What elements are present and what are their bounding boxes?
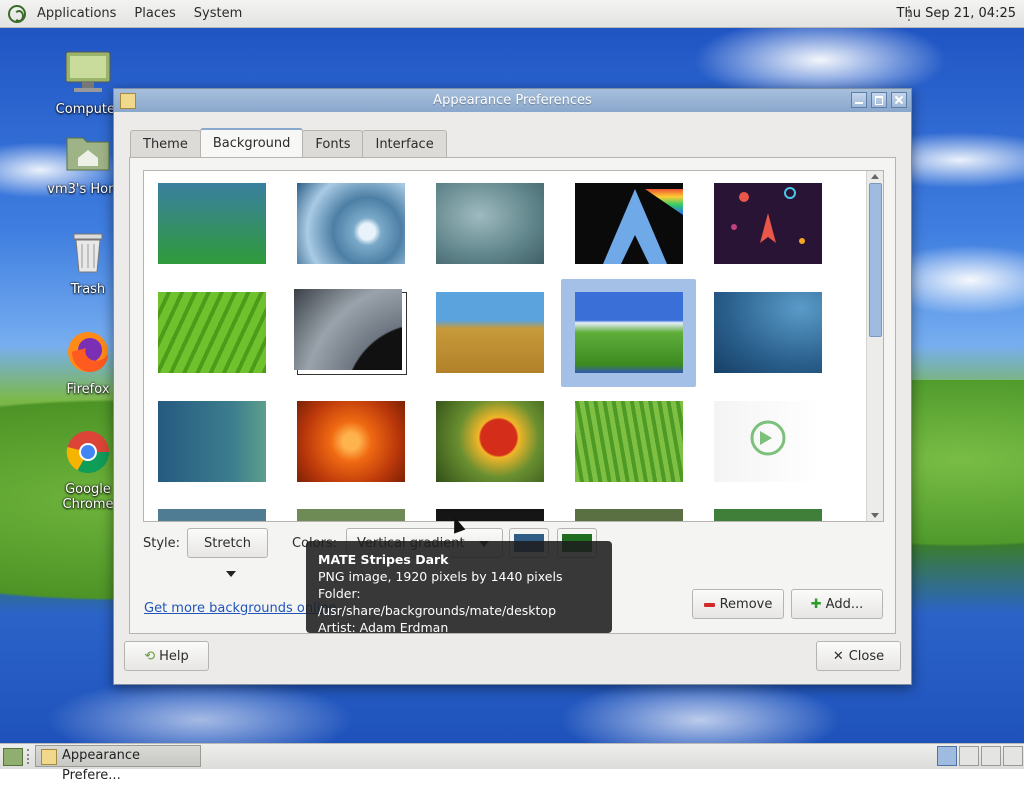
bottom-panel: Appearance Prefere... (0, 743, 1024, 783)
close-button[interactable]: ✕ Close (816, 641, 901, 671)
add-icon: ✚ (810, 597, 822, 612)
wallpaper-thumbnail[interactable] (158, 183, 266, 264)
panel-handle[interactable] (27, 749, 31, 764)
workspace-1[interactable] (937, 746, 957, 766)
wallpaper-thumbnail[interactable] (158, 509, 266, 521)
menu-places[interactable]: Places (125, 0, 184, 27)
wallpaper-thumbnail[interactable] (714, 183, 822, 264)
workspace-2[interactable] (959, 746, 979, 766)
scroll-up-arrow-icon[interactable] (871, 174, 879, 179)
tab-fonts[interactable]: Fonts (302, 130, 364, 159)
wallpaper-thumbnail[interactable] (436, 401, 544, 482)
scroll-down-arrow-icon[interactable] (871, 513, 879, 518)
wallpaper-thumbnail[interactable] (294, 289, 402, 370)
wallpaper-thumbnail[interactable] (575, 183, 683, 264)
grid-scrollbar[interactable] (866, 171, 883, 521)
chevron-down-icon (225, 570, 236, 577)
mate-logo-icon[interactable] (8, 4, 26, 23)
remove-button[interactable]: Remove (692, 589, 784, 619)
add-button[interactable]: ✚ Add... (791, 589, 883, 619)
wallpaper-tooltip: MATE Stripes Dark PNG image, 1920 pixels… (306, 541, 612, 635)
wallpaper-thumbnail[interactable] (714, 401, 822, 482)
wallpaper-thumbnail[interactable] (714, 509, 822, 521)
add-button-label: Add... (825, 597, 864, 612)
menu-system[interactable]: System (185, 0, 251, 27)
wallpaper-grid[interactable] (143, 170, 884, 522)
clock[interactable]: Thu Sep 21, 04:25 (897, 0, 1016, 27)
taskbar-button-label: Appearance Prefere... (62, 748, 141, 783)
close-icon: ✕ (832, 649, 844, 664)
minimize-button[interactable] (851, 92, 867, 108)
tab-interface[interactable]: Interface (362, 130, 447, 159)
wallpaper-thumbnail[interactable] (436, 292, 544, 373)
style-dropdown[interactable]: Stretch (187, 528, 268, 577)
remove-button-label: Remove (719, 597, 773, 612)
wallpaper-thumbnail[interactable] (714, 292, 822, 373)
tooltip-title: MATE Stripes Dark (318, 552, 449, 567)
wallpaper-thumbnail-selected[interactable] (575, 292, 683, 373)
tooltip-line: Folder: /usr/share/backgrounds/mate/desk… (318, 586, 557, 618)
window-close-button[interactable] (891, 92, 907, 108)
wallpaper-thumbnail[interactable] (436, 183, 544, 264)
style-value: Stretch (204, 536, 251, 551)
help-button-label: Help (159, 649, 189, 664)
help-button[interactable]: ⟲ Help (124, 641, 209, 671)
window-title: Appearance Preferences (433, 93, 592, 108)
close-button-label: Close (848, 649, 885, 664)
menu-applications[interactable]: Applications (28, 0, 125, 27)
tooltip-line: Artist: Adam Erdman (318, 620, 449, 635)
wallpaper-thumbnail[interactable] (158, 401, 266, 482)
maximize-button[interactable] (871, 92, 887, 108)
style-label: Style: (143, 536, 181, 551)
tab-bar: Theme Background Fonts Interface (130, 128, 447, 160)
tab-theme[interactable]: Theme (130, 130, 201, 159)
tooltip-line: PNG image, 1920 pixels by 1440 pixels (318, 569, 563, 584)
taskbar-button-appearance[interactable]: Appearance Prefere... (35, 745, 201, 783)
wallpaper-thumbnail[interactable] (297, 401, 405, 482)
scrollbar-thumb[interactable] (869, 183, 882, 337)
top-panel: Applications Places System Thu Sep 21, 0… (0, 0, 1024, 28)
show-desktop-icon[interactable] (3, 748, 23, 766)
workspace-4[interactable] (1003, 746, 1023, 766)
remove-icon (703, 602, 715, 607)
wallpaper-thumbnail[interactable] (158, 292, 266, 373)
window-titlebar[interactable]: Appearance Preferences (114, 89, 911, 112)
appearance-app-icon (41, 749, 57, 765)
wallpaper-thumbnail[interactable] (297, 509, 405, 521)
workspace-3[interactable] (981, 746, 1001, 766)
help-icon: ⟲ (144, 649, 156, 664)
tab-background[interactable]: Background (199, 128, 304, 160)
wallpaper-thumbnail[interactable] (297, 183, 405, 264)
wallpaper-thumbnail[interactable] (575, 401, 683, 482)
wallpaper-thumbnail[interactable] (575, 509, 683, 521)
appearance-app-icon (120, 93, 136, 109)
